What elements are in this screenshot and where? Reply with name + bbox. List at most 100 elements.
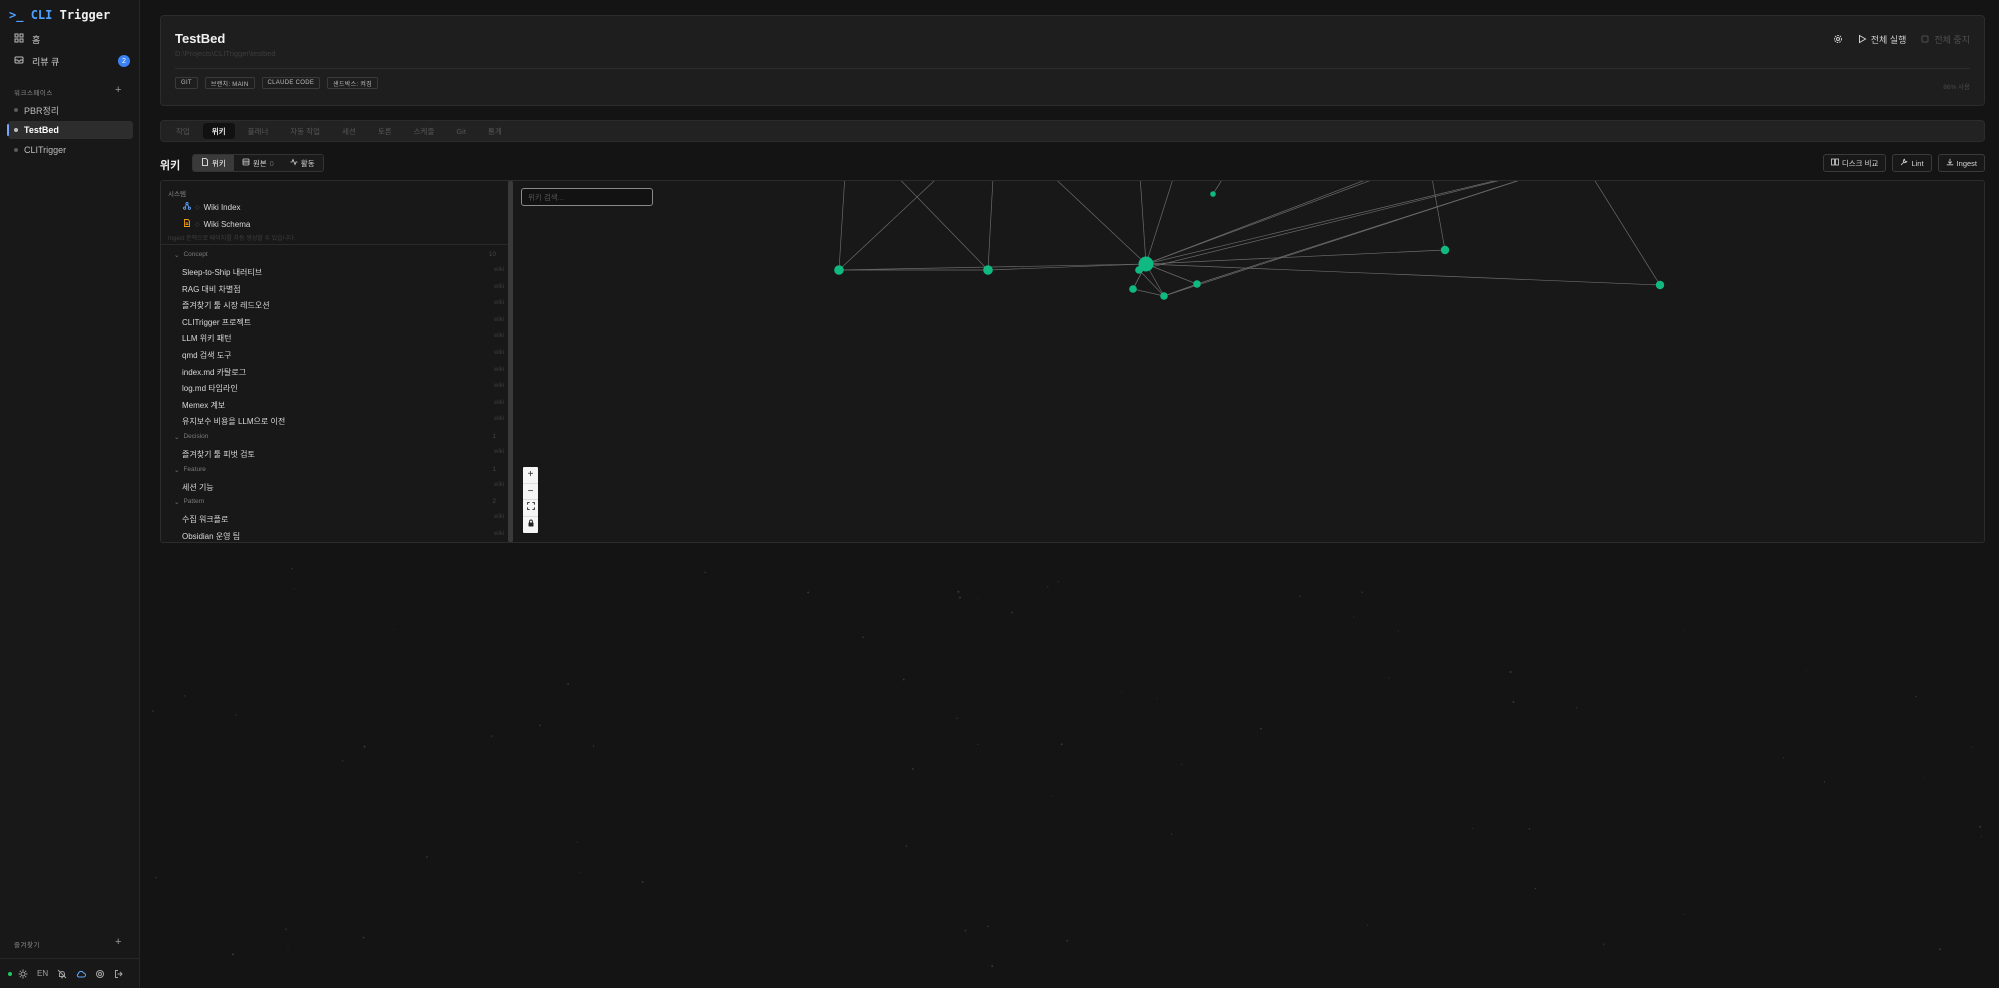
system-item-wiki-index[interactable]: ◇ Wiki Index — [183, 202, 241, 212]
ingest-button[interactable]: Ingest — [1937, 154, 1985, 172]
tab-0[interactable]: 작업 — [167, 123, 199, 139]
wiki-view-switch: 위키 원본 0 활동 — [192, 154, 324, 172]
tree-item[interactable]: Memex 계보 wiki — [182, 400, 504, 411]
tab-7[interactable]: Git — [447, 123, 475, 139]
tree-group-label: Feature — [183, 465, 206, 473]
graph-node[interactable] — [1193, 280, 1201, 288]
background-speck — [862, 636, 864, 638]
background-speck — [184, 695, 186, 697]
settings-gear-icon[interactable] — [95, 969, 105, 979]
tree-item[interactable]: Sleep-to-Ship 내러티브 wiki — [182, 267, 504, 278]
tab-2[interactable]: 플래너 — [239, 123, 278, 139]
chip-cli-tool: CLAUDE CODE — [261, 77, 321, 89]
language-toggle[interactable]: EN — [37, 969, 48, 978]
background-speck — [579, 871, 581, 873]
lint-label: Lint — [1911, 158, 1924, 168]
tree-item-tag: wiki — [494, 267, 504, 273]
tree-item-label: 수집 워크플로 — [182, 515, 229, 525]
pin-icon: ◇ — [195, 221, 200, 228]
project-title: TestBed — [175, 31, 226, 46]
workspace-item-testbed[interactable]: TestBed — [7, 121, 133, 139]
tree-item[interactable]: LLM 위키 패턴 wiki — [182, 333, 504, 344]
zoom-in-button[interactable]: + — [523, 467, 538, 484]
nav-home[interactable]: 홈 — [8, 30, 132, 48]
tree-group-concept[interactable]: ⌄ Concept 10 — [174, 251, 496, 259]
graph-node[interactable] — [1210, 191, 1216, 197]
tree-item[interactable]: CLITrigger 프로젝트 wiki — [182, 317, 504, 328]
add-workspace-button[interactable]: + — [115, 85, 121, 96]
workspace-item-clitrigger[interactable]: CLITrigger — [8, 141, 133, 159]
graph-node[interactable] — [1129, 285, 1137, 293]
app-logo[interactable]: >_ CLI Trigger — [9, 8, 110, 22]
bell-off-icon[interactable] — [57, 969, 67, 979]
tree-item[interactable]: Obsidian 운영 팁 wiki — [182, 531, 504, 542]
graph-node[interactable] — [1160, 292, 1168, 300]
workspace-item-pbr[interactable]: PBR정리 — [8, 101, 133, 119]
tab-8[interactable]: 통계 — [479, 123, 511, 139]
project-tabs: 작업 위키 플래너 자동 작업 세션 토론 스케줄 Git 통계 — [160, 120, 1985, 142]
tab-4[interactable]: 세션 — [333, 123, 365, 139]
theme-sun-icon[interactable] — [18, 969, 28, 979]
tree-item[interactable]: 유지보수 비용을 LLM으로 이전 wiki — [182, 416, 504, 427]
fit-view-button[interactable] — [523, 500, 538, 517]
tree-item[interactable]: log.md 타임라인 wiki — [182, 383, 504, 394]
graph-node[interactable] — [1440, 245, 1450, 255]
tree-item[interactable]: qmd 검색 도구 wiki — [182, 350, 504, 361]
tab-1[interactable]: 위키 — [202, 123, 235, 139]
tree-divider — [161, 244, 508, 245]
tree-group-pattern[interactable]: ⌄ Pattern 2 — [174, 498, 496, 506]
background-speck — [1120, 691, 1122, 693]
tree-item[interactable]: 즐겨찾기 툴 시장 레드오션 wiki — [182, 300, 504, 311]
tree-item-label: qmd 검색 도구 — [182, 351, 232, 360]
graph-node[interactable] — [1135, 266, 1143, 274]
tree-item[interactable]: index.md 카탈로그 wiki — [182, 367, 504, 378]
logo-prompt: >_ — [9, 8, 24, 22]
graph-node[interactable] — [834, 265, 844, 275]
add-favorite-button[interactable]: + — [115, 937, 121, 948]
cloud-icon[interactable] — [76, 969, 87, 979]
system-item-wiki-schema[interactable]: ◇ Wiki Schema — [183, 219, 250, 229]
zoom-out-button[interactable]: − — [523, 484, 538, 500]
workspace-dot — [14, 108, 18, 112]
lint-button[interactable]: Lint — [1892, 154, 1932, 172]
stop-all-button[interactable]: 전체 중지 — [1920, 33, 1970, 46]
wiki-graph[interactable]: 위키 검색... + − — [514, 181, 1985, 542]
background-speck — [977, 743, 979, 746]
background-speck — [1047, 586, 1049, 588]
tree-group-decision[interactable]: ⌄ Decision 1 — [174, 433, 496, 441]
graph-canvas[interactable] — [514, 181, 1985, 542]
tree-item[interactable]: 수집 워크플로 wiki — [182, 514, 504, 525]
graph-search-input[interactable]: 위키 검색... — [521, 188, 653, 206]
tab-5[interactable]: 토론 — [369, 123, 401, 139]
nav-review-queue[interactable]: 리뷰 큐 2 — [8, 52, 132, 70]
seg-wiki[interactable]: 위키 — [193, 155, 234, 171]
tree-item[interactable]: RAG 대비 차별점 wiki — [182, 284, 504, 295]
graph-node[interactable] — [983, 265, 993, 275]
lock-button[interactable] — [523, 517, 538, 534]
tree-group-count: 1 — [492, 433, 496, 440]
background-speck — [1979, 825, 1982, 828]
tree-group-feature[interactable]: ⌄ Feature 1 — [174, 466, 496, 474]
tree-item[interactable]: 세션 기능 wiki — [182, 482, 504, 493]
download-icon — [1946, 158, 1954, 168]
tree-scrollbar[interactable] — [508, 181, 513, 542]
background-speck — [1366, 924, 1369, 926]
project-path: D:\Projects\CLITrigger\testbed — [175, 49, 276, 58]
seg-source[interactable]: 원본 0 — [233, 155, 282, 171]
disk-compare-label: 디스크 비교 — [1841, 158, 1879, 168]
project-settings-button[interactable] — [1833, 34, 1843, 46]
seg-activity-label: 활동 — [300, 158, 315, 168]
tree-item[interactable]: 즐겨찾기 툴 피벗 검토 wiki — [182, 449, 504, 460]
scrollbar-thumb[interactable] — [508, 181, 513, 542]
logout-icon[interactable] — [114, 969, 124, 979]
run-all-button[interactable]: 전체 실행 — [1857, 33, 1906, 46]
tab-6[interactable]: 스케줄 — [405, 123, 444, 139]
tab-3[interactable]: 자동 작업 — [281, 123, 329, 139]
background-speck — [287, 948, 289, 950]
file-text-icon — [183, 219, 191, 229]
graph-node[interactable] — [1655, 280, 1665, 290]
seg-activity[interactable]: 활동 — [281, 155, 323, 171]
background-speck — [1051, 795, 1053, 796]
background-speck — [1602, 943, 1605, 945]
disk-compare-button[interactable]: 디스크 비교 — [1822, 154, 1887, 172]
